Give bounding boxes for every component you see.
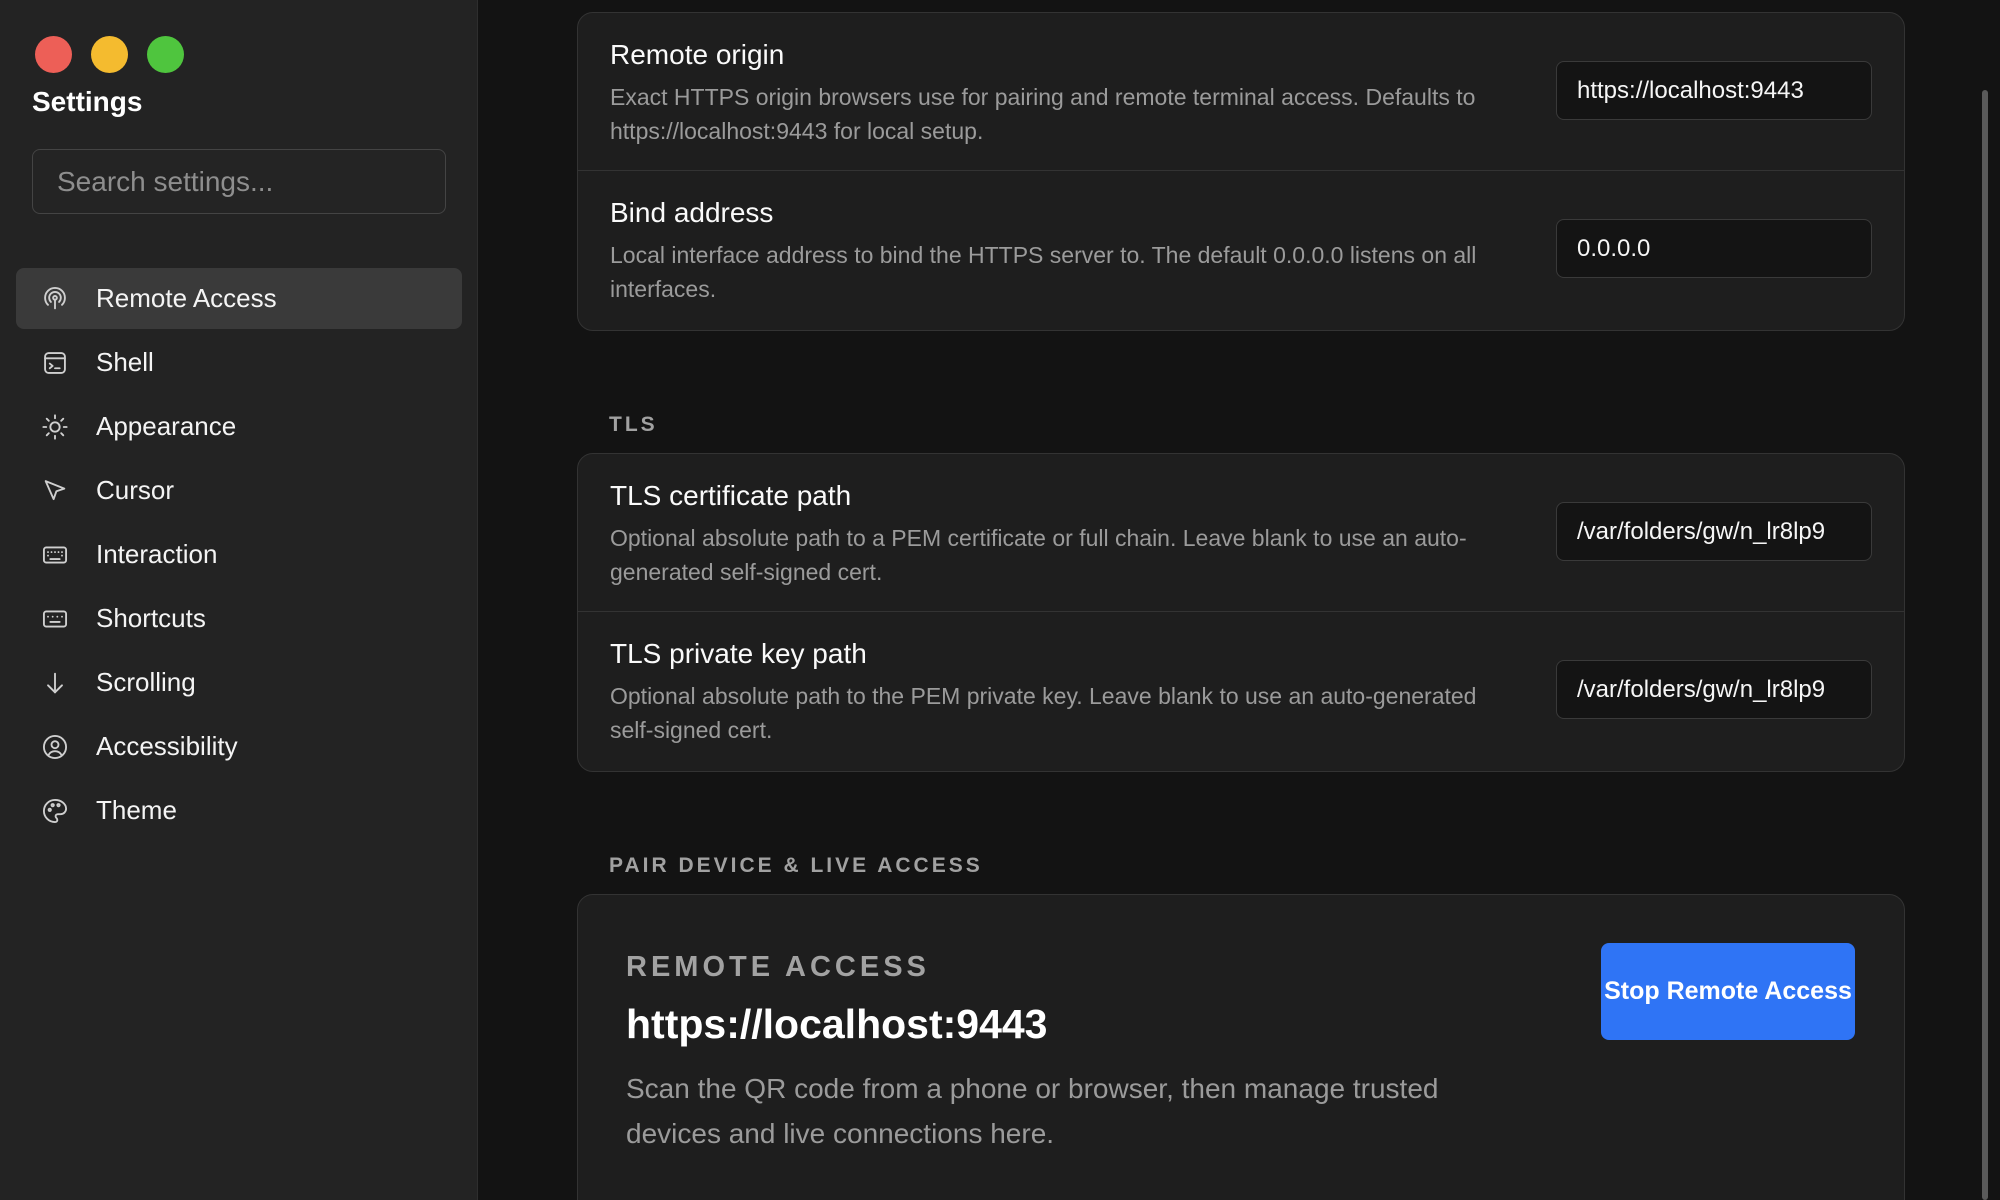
setting-description: Optional absolute path to the PEM privat…	[610, 683, 1477, 743]
sidebar-item-label: Cursor	[96, 475, 175, 505]
sidebar-item-remote-access[interactable]: Remote Access	[16, 268, 462, 329]
setting-description: Optional absolute path to a PEM certific…	[610, 525, 1467, 585]
sidebar-item-cursor[interactable]: Cursor	[16, 460, 462, 521]
search-input[interactable]	[32, 149, 446, 214]
palette-icon	[40, 796, 70, 826]
sidebar-item-label: Theme	[96, 795, 177, 825]
setting-title: TLS certificate path	[610, 480, 852, 511]
remote-access-kicker: REMOTE ACCESS	[626, 951, 930, 983]
section-label-pair-device: PAIR DEVICE & LIVE ACCESS	[609, 854, 983, 877]
sun-icon	[40, 412, 70, 442]
bind-address-input[interactable]	[1556, 219, 1872, 278]
sidebar-item-shortcuts[interactable]: Shortcuts	[16, 588, 462, 649]
sidebar-item-appearance[interactable]: Appearance	[16, 396, 462, 457]
setting-description: Exact HTTPS origin browsers use for pair…	[610, 84, 1476, 144]
remote-access-description: Scan the QR code from a phone or browser…	[626, 1073, 1439, 1149]
remote-access-url: https://localhost:9443	[626, 1001, 1048, 1047]
setting-row-tls-private-key: TLS private key path Optional absolute p…	[578, 612, 1904, 770]
minimize-window-button[interactable]	[91, 36, 128, 73]
setting-row-bind-address: Bind address Local interface address to …	[578, 171, 1904, 329]
window-controls	[35, 36, 184, 73]
setting-title: Bind address	[610, 197, 774, 228]
person-circle-icon	[40, 732, 70, 762]
sidebar: Settings Remote Access Shell	[0, 0, 478, 1200]
stop-remote-access-button[interactable]: Stop Remote Access	[1601, 943, 1855, 1040]
pointer-icon	[40, 476, 70, 506]
sidebar-item-label: Accessibility	[96, 731, 238, 761]
remote-origin-input[interactable]	[1556, 61, 1872, 120]
tls-private-key-path-input[interactable]	[1556, 660, 1872, 719]
tls-certificate-path-input[interactable]	[1556, 502, 1872, 561]
setting-title: TLS private key path	[610, 638, 867, 669]
settings-content: Remote origin Exact HTTPS origin browser…	[479, 0, 1988, 1200]
setting-title: Remote origin	[610, 39, 785, 70]
sidebar-title: Settings	[32, 86, 143, 117]
sidebar-item-label: Interaction	[96, 539, 218, 569]
setting-description: Local interface address to bind the HTTP…	[610, 242, 1477, 302]
pair-device-card: REMOTE ACCESS https://localhost:9443 Sca…	[577, 894, 1905, 1200]
section-label-tls: TLS	[609, 413, 658, 436]
remote-access-icon	[40, 284, 70, 314]
keyboard-shortcuts-icon	[40, 604, 70, 634]
close-window-button[interactable]	[35, 36, 72, 73]
tls-settings-card: TLS certificate path Optional absolute p…	[577, 453, 1905, 772]
sidebar-item-scrolling[interactable]: Scrolling	[16, 652, 462, 713]
setting-row-tls-certificate: TLS certificate path Optional absolute p…	[578, 454, 1904, 612]
maximize-window-button[interactable]	[147, 36, 184, 73]
sidebar-item-interaction[interactable]: Interaction	[16, 524, 462, 585]
sidebar-item-theme[interactable]: Theme	[16, 780, 462, 841]
sidebar-item-label: Remote Access	[96, 283, 277, 313]
server-settings-card: Remote origin Exact HTTPS origin browser…	[577, 12, 1905, 331]
setting-row-remote-origin: Remote origin Exact HTTPS origin browser…	[578, 13, 1904, 171]
keyboard-icon	[40, 540, 70, 570]
sidebar-item-label: Appearance	[96, 411, 237, 441]
sidebar-item-shell[interactable]: Shell	[16, 332, 462, 393]
sidebar-item-label: Shortcuts	[96, 603, 206, 633]
sidebar-item-label: Scrolling	[96, 667, 196, 697]
settings-nav: Remote Access Shell Appearance Cursor In…	[16, 268, 462, 844]
terminal-icon	[40, 348, 70, 378]
arrow-down-icon	[40, 668, 70, 698]
scrollbar[interactable]	[1982, 90, 1988, 1200]
sidebar-item-accessibility[interactable]: Accessibility	[16, 716, 462, 777]
sidebar-item-label: Shell	[96, 347, 154, 377]
